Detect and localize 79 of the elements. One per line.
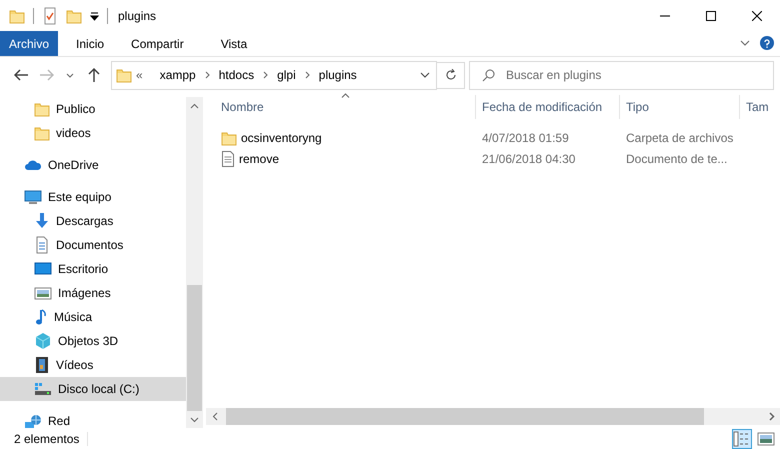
ribbon-tab[interactable]: Inicio	[58, 31, 122, 56]
document-icon	[34, 236, 50, 254]
column-header[interactable]: Nombre	[206, 95, 476, 119]
refresh-icon	[444, 69, 456, 81]
back-icon	[14, 68, 30, 82]
nav-item[interactable]: Vídeos	[0, 353, 186, 377]
nav-item[interactable]: Red	[0, 409, 186, 433]
forward-icon	[38, 68, 54, 82]
window-title: plugins	[118, 8, 156, 22]
network-icon	[24, 413, 42, 429]
chevron-right-icon	[263, 71, 268, 79]
up-icon	[87, 67, 101, 83]
address-bar[interactable]: « xampp htdocs glpi plugins	[111, 60, 437, 90]
file-name[interactable]: ocsinventoryng	[241, 130, 322, 144]
down-arrow-icon	[34, 212, 50, 230]
desktop-icon	[34, 261, 52, 277]
file-menu-tab[interactable]: Archivo	[0, 31, 58, 56]
close-icon	[752, 10, 762, 20]
nav-item[interactable]: Descargas	[0, 209, 186, 233]
breadcrumb[interactable]: htdocs	[216, 68, 258, 82]
folder-icon	[221, 130, 237, 146]
scrollbar-thumb[interactable]	[187, 285, 202, 411]
dropdown-icon[interactable]	[420, 72, 430, 78]
breadcrumb[interactable]: glpi	[274, 68, 299, 82]
details-view-icon	[733, 430, 751, 448]
question-mark-icon	[764, 38, 770, 48]
expand-ribbon-icon[interactable]	[740, 40, 750, 46]
folder-icon	[116, 67, 132, 83]
column-header[interactable]: Tipo	[620, 95, 740, 119]
folder-icon	[34, 101, 50, 117]
chevron-right-icon	[304, 71, 310, 79]
music-note-icon	[34, 308, 48, 326]
folder-icon	[9, 8, 25, 24]
table-cell-text: 4/07/2018 01:59	[481, 130, 570, 144]
nav-item[interactable]: Música	[0, 305, 186, 329]
breadcrumb[interactable]: xampp	[156, 68, 199, 82]
checklist-icon[interactable]	[42, 6, 58, 24]
status-text: 2 elementos	[14, 432, 88, 446]
nav-item[interactable]: Escritorio	[0, 257, 186, 281]
nav-item[interactable]: Este equipo	[0, 185, 186, 209]
scroll-up-icon[interactable]	[190, 102, 199, 108]
image-icon	[34, 285, 52, 301]
folder-icon	[34, 125, 50, 141]
sort-ascending-icon[interactable]	[341, 93, 350, 98]
text-file-icon	[221, 150, 235, 166]
overflow-chevron[interactable]: «	[136, 68, 143, 82]
nav-item[interactable]: Documentos	[0, 233, 186, 257]
cube-icon	[34, 332, 52, 350]
refresh-button[interactable]	[437, 62, 465, 88]
file-name[interactable]: remove	[239, 152, 280, 166]
table-cell-text: Documento de te...	[625, 152, 728, 166]
nav-item[interactable]: Objetos 3D	[0, 329, 186, 353]
search-field[interactable]: Buscar en plugins	[469, 60, 774, 90]
nav-item[interactable]: videos	[0, 121, 186, 145]
column-header[interactable]: Tam	[740, 95, 780, 119]
scroll-left-icon[interactable]	[212, 412, 218, 421]
maximize-icon	[706, 10, 716, 20]
dropdown-icon[interactable]	[90, 10, 99, 20]
details-view-button[interactable]	[732, 428, 752, 448]
column-header[interactable]: Fecha de modificación	[476, 95, 620, 119]
large-icons-view-icon	[757, 430, 775, 448]
film-icon	[34, 356, 50, 374]
table-cell-text: Carpeta de archivos	[625, 130, 734, 144]
scroll-right-icon[interactable]	[768, 412, 774, 421]
scroll-down-icon[interactable]	[190, 416, 199, 422]
nav-item[interactable]: Disco local (C:)	[0, 377, 186, 401]
scrollbar-thumb[interactable]	[226, 408, 704, 425]
nav-item[interactable]: Imágenes	[0, 281, 186, 305]
monitor-icon	[24, 189, 42, 205]
ribbon-tab[interactable]: Compartir	[121, 31, 211, 56]
nav-item[interactable]: OneDrive	[0, 153, 186, 177]
chevron-right-icon	[204, 71, 210, 79]
nav-item[interactable]: Publico	[0, 97, 186, 121]
ribbon-tab[interactable]: Vista	[210, 31, 274, 56]
table-cell-text: 21/06/2018 04:30	[481, 152, 576, 166]
recent-locations-icon	[66, 72, 74, 78]
breadcrumb[interactable]: plugins	[316, 68, 360, 82]
drive-icon	[34, 381, 52, 397]
help-icon[interactable]	[760, 36, 774, 50]
